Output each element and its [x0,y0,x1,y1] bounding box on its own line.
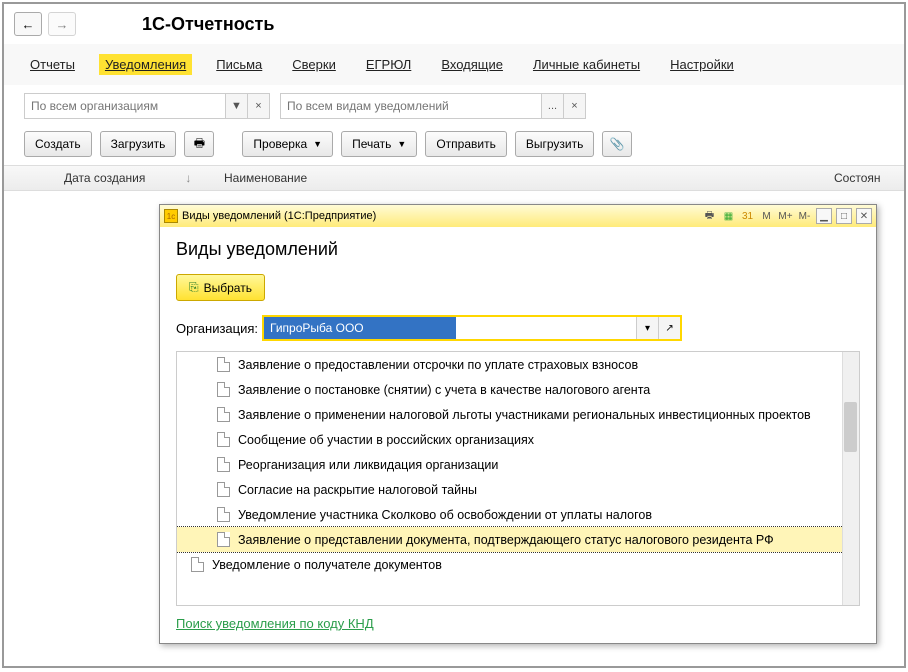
type-filter-more[interactable]: ... [541,94,563,118]
forward-button[interactable]: → [48,12,76,36]
paperclip-icon: 📎 [610,137,625,151]
calc-mminus[interactable]: M- [797,209,812,224]
select-icon: ⎘ [189,280,199,295]
printer-icon: 🖶 [194,134,205,155]
org-filter-input[interactable] [25,97,225,115]
calc-mplus[interactable]: M+ [778,209,793,224]
load-button[interactable]: Загрузить [100,131,177,157]
document-icon [217,432,230,447]
tab-letters[interactable]: Письма [210,54,268,75]
send-button[interactable]: Отправить [425,131,507,157]
list-item[interactable]: Заявление о постановке (снятии) с учета … [177,377,859,402]
check-button[interactable]: Проверка▼ [242,131,333,157]
list-item-selected[interactable]: Заявление о представлении документа, под… [177,527,859,552]
attach-button[interactable]: 📎 [602,131,632,157]
document-icon [217,357,230,372]
col-date[interactable]: Дата создания↓ [4,171,204,185]
org-filter-clear[interactable]: × [247,94,269,118]
tab-reconciliation[interactable]: Сверки [286,54,342,75]
export-button[interactable]: Выгрузить [515,131,595,157]
search-by-knd-link[interactable]: Поиск уведомления по коду КНД [176,616,374,631]
print-button[interactable]: Печать▼ [341,131,417,157]
list-item[interactable]: Согласие на раскрытие налоговой тайны [177,477,859,502]
modal-title: Виды уведомлений [176,239,860,260]
notification-types-modal: 1c Виды уведомлений (1С:Предприятие) 🖶 ▦… [159,204,877,644]
create-button[interactable]: Создать [24,131,92,157]
document-icon [191,557,204,572]
back-button[interactable]: ← [14,12,42,36]
org-filter: ▼ × [24,93,270,119]
tab-reports[interactable]: Отчеты [24,54,81,75]
chevron-down-icon: ▼ [397,139,406,149]
document-icon [217,382,230,397]
tab-inbox[interactable]: Входящие [435,54,509,75]
modal-titlebar: 1c Виды уведомлений (1С:Предприятие) 🖶 ▦… [160,205,876,227]
close-icon[interactable]: ✕ [856,208,872,224]
page-title: 1С-Отчетность [142,14,274,35]
app-icon: 1c [164,209,178,223]
list-category[interactable]: Уведомление о получателе документов [177,552,859,577]
print-icon[interactable]: 🖶 [702,209,717,224]
grid-icon[interactable]: ▦ [721,209,736,224]
list-item[interactable]: Заявление о предоставлении отсрочки по у… [177,352,859,377]
maximize-icon[interactable]: □ [836,208,852,224]
sort-arrow-icon: ↓ [185,171,191,185]
calendar-icon[interactable]: 31 [740,209,755,224]
type-filter: ... × [280,93,586,119]
tab-notifications[interactable]: Уведомления [99,54,192,75]
modal-window-title: Виды уведомлений (1С:Предприятие) [182,210,376,222]
document-icon [217,482,230,497]
col-status[interactable]: Состоян [834,171,904,185]
list-item[interactable]: Уведомление участника Сколково об освобо… [177,502,859,527]
print-icon-button[interactable]: 🖶 [184,131,214,157]
document-icon [217,457,230,472]
org-field: ГипроРыба ООО ▾ ↗ [262,315,682,341]
select-button[interactable]: ⎘ Выбрать [176,274,265,301]
table-header: Дата создания↓ Наименование Состоян [4,165,904,191]
minimize-icon[interactable]: ▁ [816,208,832,224]
list-item[interactable]: Сообщение об участии в российских органи… [177,427,859,452]
list-item[interactable]: Заявление о применении налоговой льготы … [177,402,859,427]
scrollbar[interactable] [842,352,859,605]
list-item[interactable]: Реорганизация или ликвидация организации [177,452,859,477]
scroll-thumb[interactable] [844,402,857,452]
document-icon [217,507,230,522]
document-icon [217,407,230,422]
org-dropdown-btn[interactable]: ▾ [636,317,658,339]
calc-m[interactable]: M [759,209,774,224]
type-filter-clear[interactable]: × [563,94,585,118]
notification-list: Заявление о предоставлении отсрочки по у… [176,351,860,606]
tab-egrul[interactable]: ЕГРЮЛ [360,54,417,75]
tab-settings[interactable]: Настройки [664,54,740,75]
tabs: Отчеты Уведомления Письма Сверки ЕГРЮЛ В… [4,44,904,85]
org-value[interactable]: ГипроРыба ООО [264,317,456,339]
type-filter-input[interactable] [281,97,541,115]
org-open-btn[interactable]: ↗ [658,317,680,339]
tab-accounts[interactable]: Личные кабинеты [527,54,646,75]
chevron-down-icon: ▼ [313,139,322,149]
org-filter-dropdown[interactable]: ▼ [225,94,247,118]
org-label: Организация: [176,321,258,336]
document-icon [217,532,230,547]
col-name[interactable]: Наименование [204,171,834,185]
